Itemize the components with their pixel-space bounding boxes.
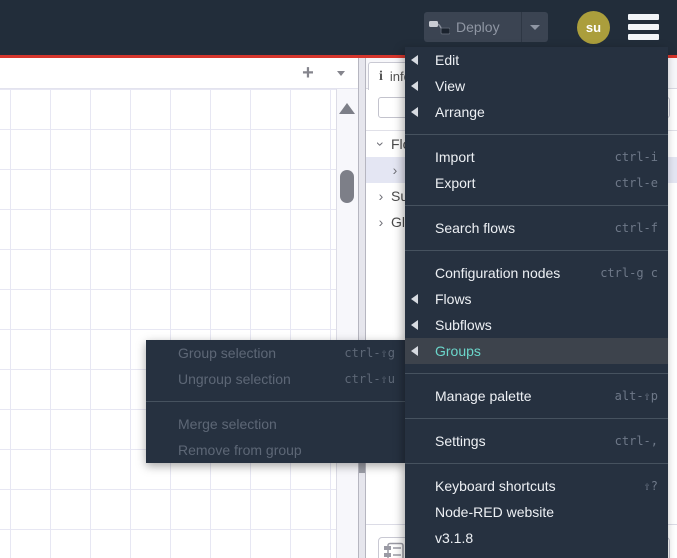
scroll-up-icon[interactable] — [339, 103, 355, 114]
menu-item-label: Subflows — [435, 317, 492, 333]
menu-item-label: Manage palette — [435, 388, 532, 404]
menu-item-keyboard-shortcuts[interactable]: Keyboard shortcuts ⇧? — [405, 473, 668, 499]
menu-item-label: Export — [435, 175, 476, 191]
menu-item-v3-1-8[interactable]: v3.1.8 — [405, 525, 668, 551]
info-icon: i — [379, 68, 383, 84]
user-avatar[interactable]: su — [577, 11, 610, 44]
add-flow-button[interactable]: + — [296, 59, 320, 87]
menu-item-label: Ungroup selection — [178, 371, 291, 387]
plus-icon: + — [302, 62, 314, 84]
shortcut-label: ctrl-f — [614, 221, 658, 235]
shortcut-label: ctrl-g c — [600, 266, 658, 280]
hamburger-icon — [628, 14, 659, 20]
menu-divider — [146, 392, 405, 411]
shortcut-label: ctrl-e — [614, 176, 658, 190]
submenu-item-group-selection: Group selection ctrl-⇧g — [146, 340, 405, 366]
sidebar-splitter[interactable] — [358, 58, 366, 558]
shortcut-label: ⇧? — [643, 479, 658, 493]
menu-item-label: Groups — [435, 343, 481, 359]
menu-item-arrange[interactable]: Arrange — [405, 99, 668, 125]
menu-item-label: Keyboard shortcuts — [435, 478, 556, 494]
main-menu-button[interactable] — [628, 14, 659, 40]
menu-item-search-flows[interactable]: Search flows ctrl-f — [405, 215, 668, 241]
caret-down-icon — [337, 70, 345, 76]
workspace-tab-bar: + — [0, 58, 358, 89]
submenu-arrow-icon — [411, 55, 418, 65]
menu-item-node-red-website[interactable]: Node-RED website — [405, 499, 668, 525]
menu-item-label: v3.1.8 — [435, 530, 474, 546]
canvas-vertical-scrollbar[interactable] — [336, 89, 358, 558]
deploy-button[interactable]: Deploy — [424, 12, 548, 42]
submenu-item-ungroup-selection: Ungroup selection ctrl-⇧u — [146, 366, 405, 392]
menu-item-label: Import — [435, 149, 475, 165]
shortcut-label: alt-⇧p — [614, 389, 658, 403]
menu-item-label: Group selection — [178, 345, 277, 361]
menu-item-export[interactable]: Export ctrl-e — [405, 170, 668, 196]
menu-item-manage-palette[interactable]: Manage palette alt-⇧p — [405, 383, 668, 409]
menu-item-configuration-nodes[interactable]: Configuration nodes ctrl-g c — [405, 260, 668, 286]
deploy-options-button[interactable] — [522, 12, 548, 42]
menu-divider — [405, 364, 668, 383]
menu-divider — [405, 454, 668, 473]
menu-item-label: Flows — [435, 291, 472, 307]
main-dropdown-menu: Edit View Arrange Import ctrl-i Export ctrl-e S… — [405, 47, 668, 558]
menu-item-label: Search flows — [435, 220, 516, 236]
menu-item-label: Merge selection — [178, 416, 277, 432]
groups-submenu: Group selection ctrl-⇧g Ungroup selection c… — [146, 340, 405, 463]
flow-canvas[interactable] — [0, 89, 336, 558]
menu-item-groups[interactable]: Groups — [405, 338, 668, 364]
deploy-button-label: Deploy — [456, 19, 500, 35]
chevron-right-icon[interactable]: › — [374, 188, 388, 204]
shortcut-label: ctrl-⇧u — [344, 372, 395, 386]
scrollbar-thumb[interactable] — [340, 170, 354, 203]
menu-item-label: View — [435, 78, 466, 94]
menu-divider — [405, 125, 668, 144]
submenu-arrow-icon — [411, 107, 418, 117]
submenu-arrow-icon — [411, 320, 418, 330]
shortcut-label: ctrl-, — [614, 434, 658, 448]
menu-divider — [405, 241, 668, 260]
deploy-node-icon — [424, 19, 454, 36]
menu-item-label: Node-RED website — [435, 504, 555, 520]
submenu-arrow-icon — [411, 346, 418, 356]
user-avatar-initials: su — [585, 20, 602, 35]
submenu-arrow-icon — [411, 294, 418, 304]
node-outline-icon — [384, 542, 404, 558]
menu-item-flows[interactable]: Flows — [405, 286, 668, 312]
menu-item-label: Remove from group — [178, 442, 302, 458]
menu-item-edit[interactable]: Edit — [405, 47, 668, 73]
node-red-editor: Deploy su + i info › › › › Group selecti… — [0, 0, 677, 558]
menu-item-label: Edit — [435, 52, 460, 68]
chevron-right-icon[interactable]: › — [374, 214, 388, 230]
caret-down-icon — [530, 24, 540, 30]
menu-item-label: Settings — [435, 433, 486, 449]
submenu-item-merge-selection: Merge selection — [146, 411, 405, 437]
menu-item-settings[interactable]: Settings ctrl-, — [405, 428, 668, 454]
menu-item-import[interactable]: Import ctrl-i — [405, 144, 668, 170]
menu-item-view[interactable]: View — [405, 73, 668, 99]
shortcut-label: ctrl-i — [614, 150, 658, 164]
menu-item-label: Arrange — [435, 104, 485, 120]
menu-divider — [405, 409, 668, 428]
submenu-item-remove-from-group: Remove from group — [146, 437, 405, 463]
menu-divider — [405, 196, 668, 215]
flow-list-button[interactable] — [331, 58, 351, 88]
menu-item-subflows[interactable]: Subflows — [405, 312, 668, 338]
submenu-arrow-icon — [411, 81, 418, 91]
shortcut-label: ctrl-⇧g — [344, 346, 395, 360]
chevron-right-icon[interactable]: › — [388, 162, 402, 178]
chevron-down-icon[interactable]: › — [373, 137, 389, 151]
menu-item-label: Configuration nodes — [435, 265, 561, 281]
